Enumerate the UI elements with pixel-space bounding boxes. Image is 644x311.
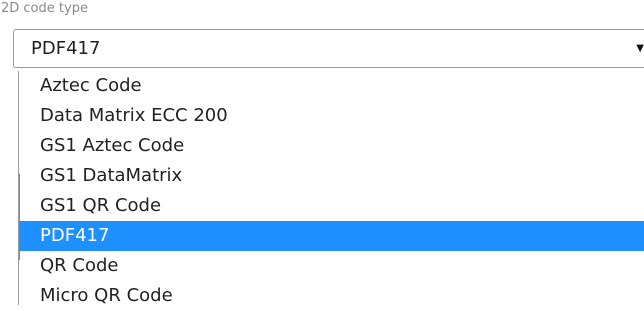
- option-gs1-qr-code[interactable]: GS1 QR Code: [19, 191, 644, 221]
- option-pdf417[interactable]: PDF417: [19, 221, 644, 251]
- option-qr-code[interactable]: QR Code: [19, 251, 644, 281]
- option-gs1-datamatrix[interactable]: GS1 DataMatrix: [19, 161, 644, 191]
- code-type-label: 2D code type: [1, 1, 88, 16]
- option-data-matrix-ecc-200[interactable]: Data Matrix ECC 200: [19, 101, 644, 131]
- dropdown-list: Aztec Code Data Matrix ECC 200 GS1 Aztec…: [18, 71, 644, 306]
- option-aztec-code[interactable]: Aztec Code: [19, 71, 644, 101]
- code-type-select[interactable]: PDF417 ▼: [13, 29, 644, 68]
- selected-value: PDF417: [31, 38, 101, 59]
- option-micro-qr-code[interactable]: Micro QR Code: [19, 281, 644, 311]
- dropdown-arrow-icon[interactable]: ▼: [636, 42, 644, 56]
- option-gs1-aztec-code[interactable]: GS1 Aztec Code: [19, 131, 644, 161]
